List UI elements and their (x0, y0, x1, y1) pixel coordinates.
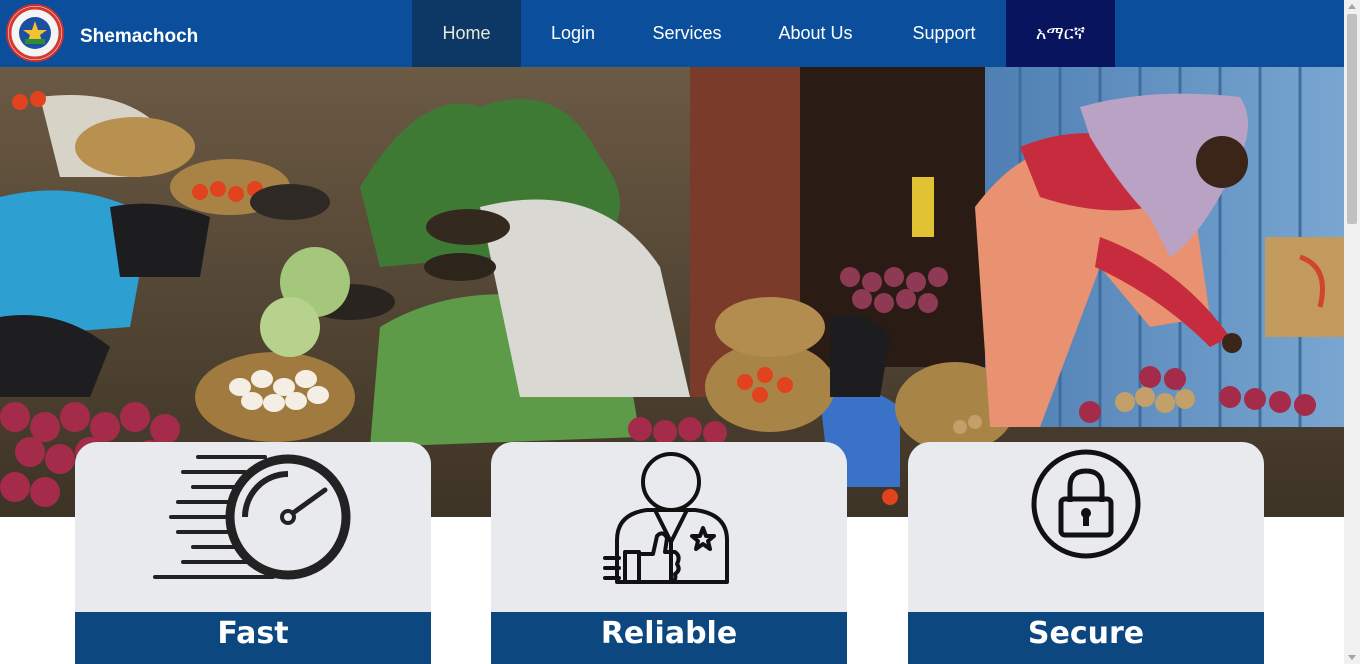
scroll-up-arrow-icon[interactable] (1348, 4, 1356, 9)
nav-about-us[interactable]: About Us (749, 0, 882, 67)
feature-card-secure: Secure (908, 442, 1264, 664)
scroll-down-arrow-icon[interactable] (1348, 655, 1356, 660)
brand-name[interactable]: Shemachoch (80, 26, 198, 48)
nav-language-amharic[interactable]: አማርኛ (1006, 0, 1115, 67)
feature-card-fast: Fast (75, 442, 431, 664)
feature-title-reliable: Reliable (491, 612, 847, 664)
emblem-logo-icon[interactable] (6, 4, 64, 62)
nav-home[interactable]: Home (412, 0, 521, 67)
nav-login[interactable]: Login (521, 0, 625, 67)
nav-support[interactable]: Support (882, 0, 1006, 67)
feature-title-secure: Secure (908, 612, 1264, 664)
feature-card-reliable: Reliable (491, 442, 847, 664)
scrollbar-thumb[interactable] (1347, 14, 1357, 224)
main-nav: Home Login Services About Us Support አማር… (412, 0, 1115, 67)
nav-services[interactable]: Services (625, 0, 749, 67)
padlock-icon (1031, 449, 1141, 559)
feature-title-fast: Fast (75, 612, 431, 664)
vertical-scrollbar[interactable] (1344, 0, 1360, 664)
top-navbar: Shemachoch Home Login Services About Us … (0, 0, 1344, 67)
person-thumbs-up-icon (603, 452, 729, 584)
speedometer-icon (153, 454, 351, 580)
